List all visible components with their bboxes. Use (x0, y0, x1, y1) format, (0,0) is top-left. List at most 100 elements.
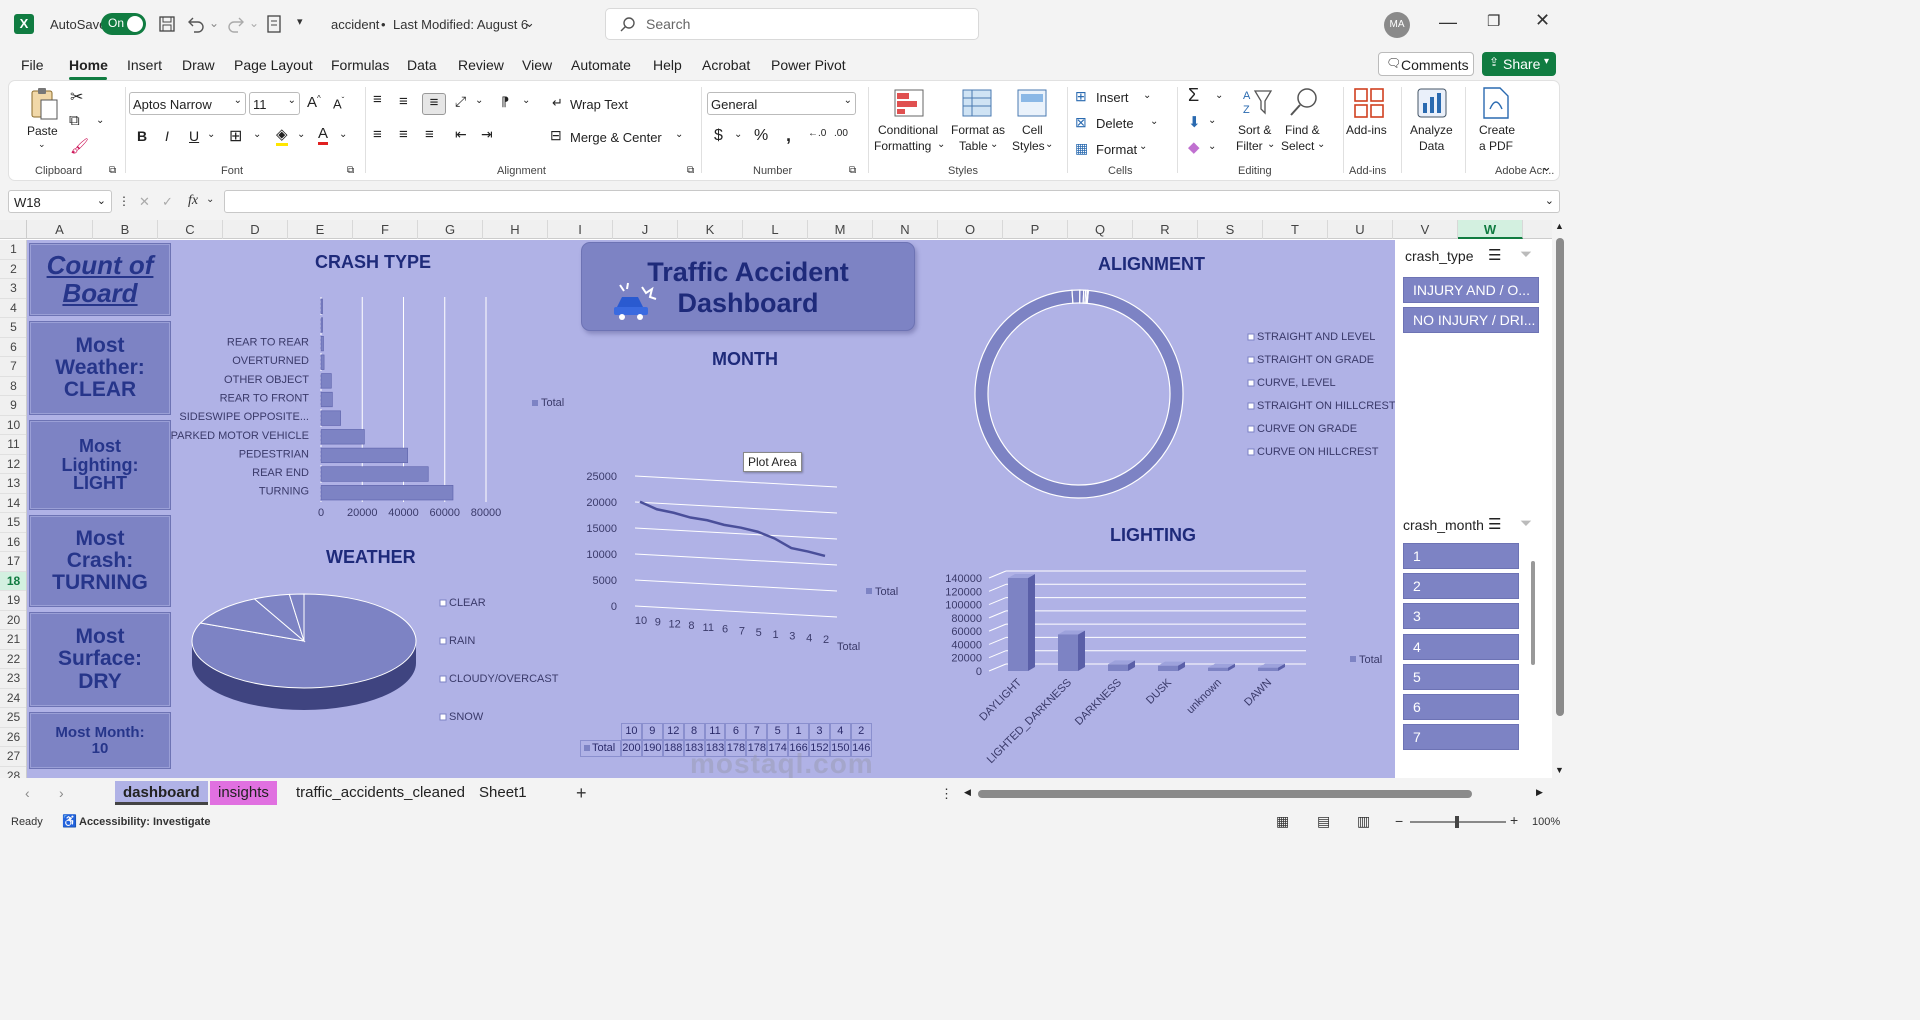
undo-icon[interactable] (186, 15, 206, 33)
conditional-formatting-label-1[interactable]: Conditional (878, 123, 938, 137)
sheet-tab-insights[interactable]: insights (210, 781, 277, 805)
paste-chevron-icon[interactable]: ⌄ (38, 139, 46, 150)
column-header-J[interactable]: J (613, 220, 678, 239)
column-header-Q[interactable]: Q (1068, 220, 1133, 239)
form-icon[interactable] (266, 15, 282, 33)
column-header-O[interactable]: O (938, 220, 1003, 239)
insert-function-icon[interactable]: fx (188, 193, 198, 209)
column-header-M[interactable]: M (808, 220, 873, 239)
next-sheet-icon[interactable]: › (59, 785, 64, 801)
merge-center-button[interactable]: Merge & Center (570, 130, 662, 145)
formula-bar-menu-icon[interactable]: ⋮ (118, 194, 130, 208)
row-header-27[interactable]: 27 (0, 747, 26, 767)
column-header-R[interactable]: R (1133, 220, 1198, 239)
alignment-launcher-icon[interactable]: ⧉ (687, 165, 694, 176)
row-header-6[interactable]: 6 (0, 338, 26, 357)
clear-icon[interactable]: ◆ (1188, 138, 1200, 156)
slicer-item-crash-month[interactable]: 7 (1403, 724, 1519, 751)
column-header-H[interactable]: H (483, 220, 548, 239)
column-header-B[interactable]: B (93, 220, 158, 239)
sort-filter-icon[interactable]: AZ (1241, 87, 1273, 117)
wrap-text-button[interactable]: Wrap Text (570, 97, 628, 112)
user-avatar[interactable]: MA (1384, 12, 1410, 38)
fill-icon[interactable]: ⬇ (1188, 113, 1201, 131)
zoom-level[interactable]: 100% (1532, 816, 1560, 828)
slicer-item-crash-month[interactable]: 5 (1403, 663, 1519, 690)
select-all-corner[interactable] (0, 220, 27, 239)
merge-center-icon[interactable]: ⊟ (550, 127, 562, 144)
multi-select-icon[interactable]: ☰ (1488, 246, 1501, 264)
fx-chevron-icon[interactable]: ⌄ (206, 194, 214, 205)
cell-styles-label-2[interactable]: Styles (1012, 139, 1045, 153)
crash-type-slicer[interactable]: crash_type ☰ ⏷ INJURY AND / O... NO INJUR… (1395, 240, 1547, 502)
copy-chevron-icon[interactable]: ⌄ (96, 115, 104, 126)
restore-icon[interactable]: ❐ (1487, 12, 1500, 30)
row-header-7[interactable]: 7 (0, 357, 26, 377)
menu-formulas[interactable]: Formulas (331, 57, 389, 73)
bold-icon[interactable]: B (137, 128, 147, 144)
menu-home[interactable]: Home (69, 57, 108, 73)
zoom-slider-thumb[interactable] (1455, 816, 1459, 828)
autosave-toggle[interactable]: On (101, 13, 146, 35)
create-pdf-label-1[interactable]: Create (1479, 123, 1515, 137)
cancel-icon[interactable]: ✕ (139, 194, 150, 210)
crash-month-slicer[interactable]: crash_month ☰ ⏷ 1 2 3 4 5 6 7 (1395, 509, 1547, 770)
enter-icon[interactable]: ✓ (162, 194, 173, 210)
zoom-out-icon[interactable]: − (1395, 813, 1403, 829)
row-header-5[interactable]: 5 (0, 318, 26, 338)
clipboard-launcher-icon[interactable]: ⧉ (109, 165, 116, 176)
menu-automate[interactable]: Automate (571, 57, 631, 73)
sheet-options-icon[interactable]: ⋮ (940, 786, 953, 802)
create-pdf-label-2[interactable]: a PDF (1479, 139, 1513, 153)
add-sheet-icon[interactable]: + (576, 783, 587, 804)
row-header-25[interactable]: 25 (0, 708, 26, 728)
row-header-21[interactable]: 21 (0, 630, 26, 650)
slicer-item-crash-month[interactable]: 6 (1403, 694, 1519, 720)
prev-sheet-icon[interactable]: ‹ (25, 785, 30, 801)
find-select-icon[interactable] (1288, 87, 1320, 117)
align-center-icon[interactable]: ≡ (399, 126, 408, 143)
redo-icon[interactable] (226, 15, 246, 33)
undo-dropdown-icon[interactable]: ⌄ (209, 16, 219, 30)
font-launcher-icon[interactable]: ⧉ (347, 165, 354, 176)
format-cells-icon[interactable]: ▦ (1075, 140, 1088, 157)
number-format-select[interactable]: General ⌄ (707, 92, 856, 115)
column-header-G[interactable]: G (418, 220, 483, 239)
delete-cells-button[interactable]: Delete (1096, 116, 1134, 131)
sort-filter-label-2[interactable]: Filter (1236, 139, 1263, 153)
page-break-view-icon[interactable]: ▥ (1357, 813, 1370, 830)
doc-modified[interactable]: Last Modified: August 6 (393, 17, 528, 32)
row-header-14[interactable]: 14 (0, 494, 26, 513)
row-header-15[interactable]: 15 (0, 513, 26, 533)
column-header-E[interactable]: E (288, 220, 353, 239)
cell-styles-icon[interactable] (1017, 89, 1049, 117)
align-middle-icon[interactable]: ≡ (399, 93, 408, 110)
row-header-22[interactable]: 22 (0, 650, 26, 669)
align-top-icon[interactable]: ≡ (373, 91, 382, 108)
column-header-S[interactable]: S (1198, 220, 1263, 239)
row-header-4[interactable]: 4 (0, 299, 26, 318)
autosum-chevron-icon[interactable]: ⌄ (1215, 90, 1223, 101)
copy-icon[interactable]: ⧉ (69, 112, 80, 129)
row-header-23[interactable]: 23 (0, 669, 26, 689)
menu-view[interactable]: View (522, 57, 552, 73)
decrease-font-icon[interactable]: Aˇ (333, 96, 344, 111)
rtl-icon[interactable]: ⁋ (501, 94, 509, 110)
worksheet-grid[interactable]: ABCDEFGHIJKLMNOPQRSTUVW 1 2 3 4 5 6 7 8 9 10 11 12 1… (0, 220, 1568, 778)
menu-data[interactable]: Data (407, 57, 437, 73)
insert-cells-chevron-icon[interactable]: ⌄ (1143, 90, 1151, 101)
delete-cells-chevron-icon[interactable]: ⌄ (1150, 116, 1158, 127)
format-cells-chevron-icon[interactable]: ⌄ (1139, 141, 1147, 152)
excel-logo-icon[interactable]: X (14, 14, 34, 34)
customize-qat-icon[interactable]: ▾ (297, 15, 303, 28)
add-ins-icon[interactable] (1353, 87, 1385, 119)
currency-icon[interactable]: $ (714, 127, 723, 145)
search-box[interactable]: Search (605, 8, 979, 40)
row-header-16[interactable]: 16 (0, 533, 26, 552)
horizontal-scroll-thumb[interactable] (978, 790, 1472, 798)
column-header-K[interactable]: K (678, 220, 743, 239)
row-header-28[interactable]: 28 (0, 767, 26, 779)
formula-input[interactable]: ⌄ (224, 190, 1560, 213)
clear-filter-icon[interactable]: ⏷ (1520, 515, 1532, 532)
increase-indent-icon[interactable]: ⇥ (481, 126, 493, 143)
